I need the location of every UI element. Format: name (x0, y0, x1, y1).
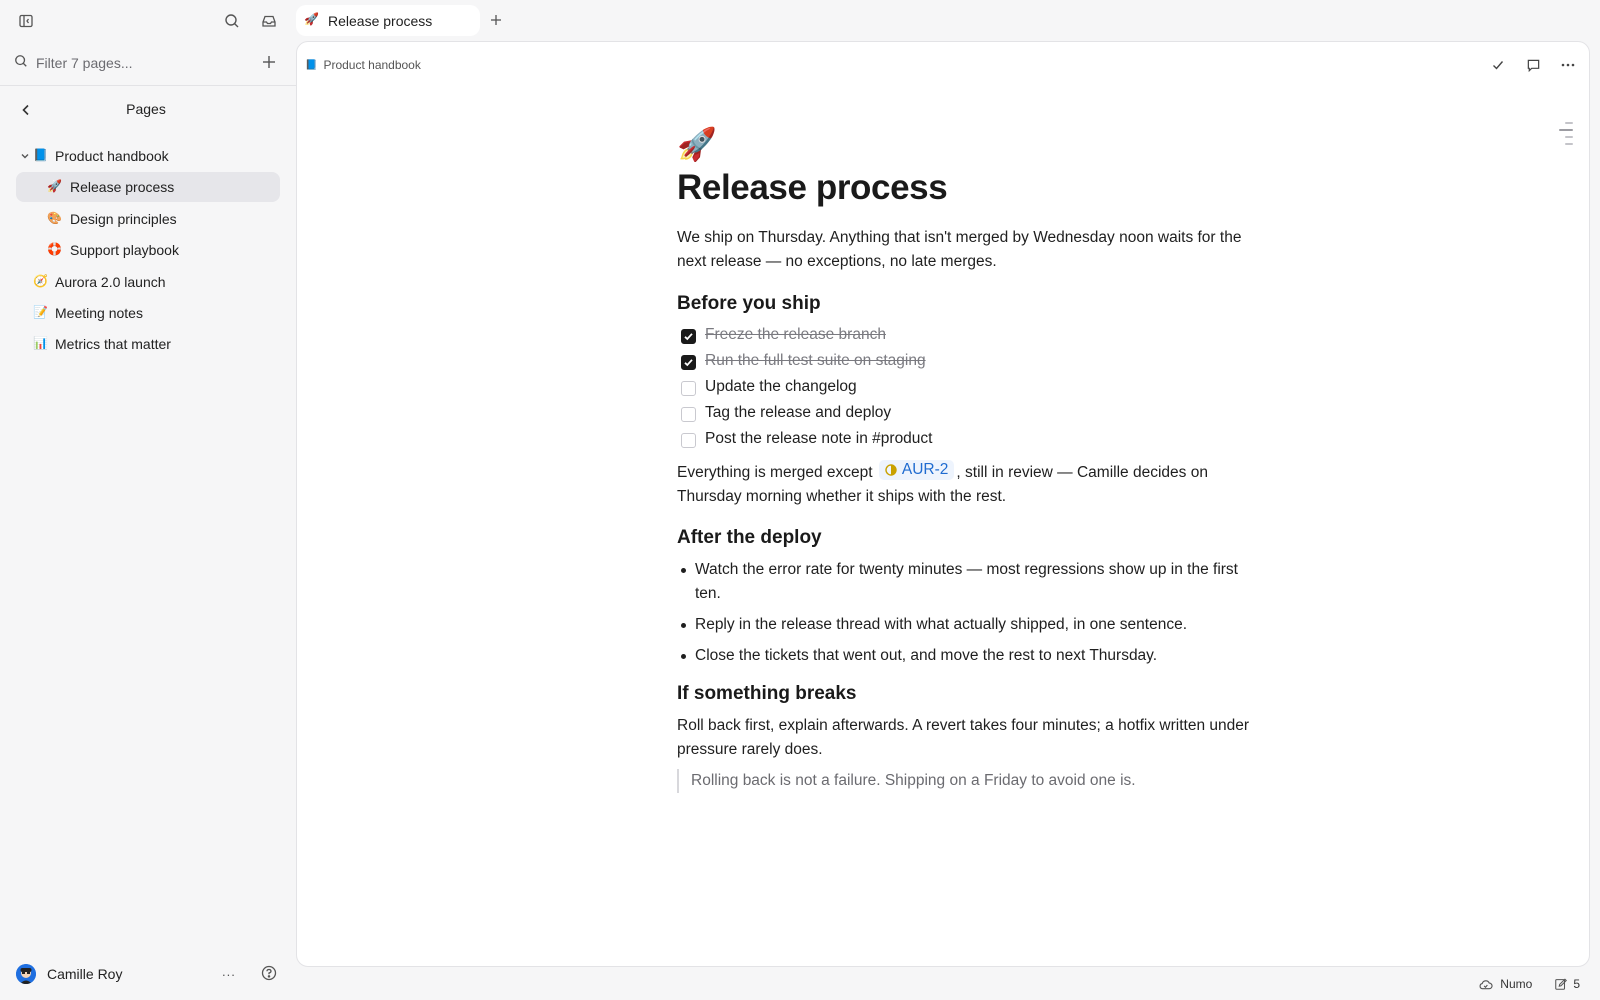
tree-item-label: Meeting notes (55, 304, 143, 321)
checklist-item: Update the changelog (677, 376, 1257, 402)
checklist-item: Freeze the release branch (677, 324, 1257, 350)
add-page-icon[interactable] (259, 51, 279, 73)
document-body: 🚀 Release process We ship on Thursday. A… (677, 126, 1257, 793)
checkbox-unchecked[interactable] (681, 433, 696, 448)
status-bar: Numo 5 (1478, 976, 1580, 992)
pages-title: Pages (126, 101, 166, 117)
checklist-item: Run the full test suite on staging (677, 350, 1257, 376)
lifebuoy-icon: 🛟 (47, 242, 62, 257)
palette-icon: 🎨 (47, 210, 62, 225)
rocket-icon: 🚀 (304, 12, 319, 26)
checkbox-unchecked[interactable] (681, 407, 696, 422)
check-icon[interactable] (1487, 54, 1509, 76)
checklist-item: Post the release note in #product (677, 428, 1257, 454)
heading-if-something-breaks[interactable]: If something breaks (677, 682, 1257, 706)
tree-item-label: Release process (70, 179, 175, 196)
checkbox-checked[interactable] (681, 355, 696, 370)
chevron-down-icon[interactable] (20, 151, 30, 161)
checklist-text[interactable]: Freeze the release branch (705, 326, 886, 344)
checklist-text[interactable]: Update the changelog (705, 378, 857, 396)
help-icon[interactable] (259, 963, 279, 983)
user-footer: Camille Roy ... (16, 962, 280, 986)
inbox-icon[interactable] (257, 10, 281, 32)
bar-chart-icon: 📊 (33, 336, 48, 351)
user-name[interactable]: Camille Roy (47, 966, 122, 982)
page-tree: 📘 Product handbook 🚀 Release process 🎨 D… (16, 141, 280, 361)
tree-item-meeting-notes[interactable]: 📝 Meeting notes (16, 298, 280, 328)
tree-item-release-process[interactable]: 🚀 Release process (16, 172, 280, 203)
tree-item-label: Design principles (70, 210, 177, 227)
tree-item-support-playbook[interactable]: 🛟 Support playbook (16, 235, 280, 265)
heading-before-you-ship[interactable]: Before you ship (677, 292, 1257, 316)
tree-item-product-handbook[interactable]: 📘 Product handbook (16, 141, 280, 171)
breadcrumb-label: Product handbook (323, 58, 421, 72)
checkbox-checked[interactable] (681, 329, 696, 344)
sidebar-toolbar (12, 10, 284, 32)
workspace-name[interactable]: Numo (1500, 977, 1532, 991)
checklist-text[interactable]: Tag the release and deploy (705, 404, 891, 422)
merge-text-before: Everything is merged except (677, 464, 873, 481)
page-emoji-icon[interactable]: 🚀 (677, 126, 1257, 162)
breadcrumb[interactable]: 📘 Product handbook (305, 58, 421, 72)
checklist-item: Tag the release and deploy (677, 402, 1257, 428)
issue-status-icon (885, 464, 897, 476)
tree-item-metrics[interactable]: 📊 Metrics that matter (16, 329, 280, 359)
new-tab-icon[interactable] (487, 9, 505, 31)
blockquote[interactable]: Rolling back is not a failure. Shipping … (677, 769, 1257, 793)
avatar[interactable] (16, 964, 36, 984)
filter-search-icon (14, 54, 30, 70)
book-icon: 📘 (305, 59, 318, 71)
issue-chip[interactable]: AUR-2 (878, 460, 955, 480)
notepad-icon: 📝 (33, 304, 48, 319)
issue-chip-label: AUR-2 (901, 461, 949, 478)
list-item[interactable]: Watch the error rate for twenty minutes … (677, 558, 1257, 606)
tree-item-label: Support playbook (70, 242, 179, 259)
sidebar-toggle-icon[interactable] (14, 10, 38, 32)
merge-status-paragraph[interactable]: Everything is merged except AUR-2 , stil… (677, 460, 1257, 509)
tree-item-label: Aurora 2.0 launch (55, 273, 166, 290)
edit-count[interactable]: 5 (1573, 977, 1580, 991)
more-options-icon[interactable] (1557, 54, 1579, 76)
tree-item-label: Metrics that matter (55, 336, 171, 353)
rocket-icon: 🚀 (47, 179, 62, 194)
list-item[interactable]: Close the tickets that went out, and mov… (677, 644, 1257, 668)
tab-label: Release process (328, 13, 433, 29)
outline-minimap-icon[interactable] (1559, 122, 1573, 150)
user-more-button[interactable]: ... (222, 964, 236, 979)
tree-item-aurora-launch[interactable]: 🧭 Aurora 2.0 launch (16, 267, 280, 297)
book-icon: 📘 (33, 148, 48, 162)
search-icon[interactable] (220, 10, 244, 32)
checkbox-unchecked[interactable] (681, 381, 696, 396)
comment-icon[interactable] (1522, 54, 1544, 76)
checklist-text[interactable]: Run the full test suite on staging (705, 352, 926, 370)
editor-panel: 📘 Product handbook 🚀 Release process We … (296, 41, 1590, 967)
bullet-list: Watch the error rate for twenty minutes … (677, 558, 1257, 668)
tree-item-design-principles[interactable]: 🎨 Design principles (16, 204, 280, 234)
rollback-paragraph[interactable]: Roll back first, explain afterwards. A r… (677, 714, 1257, 762)
checklist: Freeze the release branch Run the full t… (677, 324, 1257, 454)
page-title[interactable]: Release process (677, 167, 1257, 209)
pages-header: Pages (0, 98, 296, 122)
intro-paragraph[interactable]: We ship on Thursday. Anything that isn't… (677, 226, 1257, 274)
compass-icon: 🧭 (33, 273, 48, 288)
tree-item-label: Product handbook (55, 148, 169, 164)
tab-release-process[interactable]: 🚀 Release process (296, 5, 480, 36)
heading-after-the-deploy[interactable]: After the deploy (677, 526, 1257, 550)
list-item[interactable]: Reply in the release thread with what ac… (677, 613, 1257, 637)
page-filter (0, 50, 296, 86)
filter-pages-input[interactable] (36, 50, 246, 76)
checklist-text[interactable]: Post the release note in #product (705, 430, 932, 448)
sidebar: Pages 📘 Product handbook 🚀 Release proce… (0, 0, 296, 1000)
cloud-icon (1479, 979, 1493, 989)
edit-icon (1555, 978, 1568, 990)
